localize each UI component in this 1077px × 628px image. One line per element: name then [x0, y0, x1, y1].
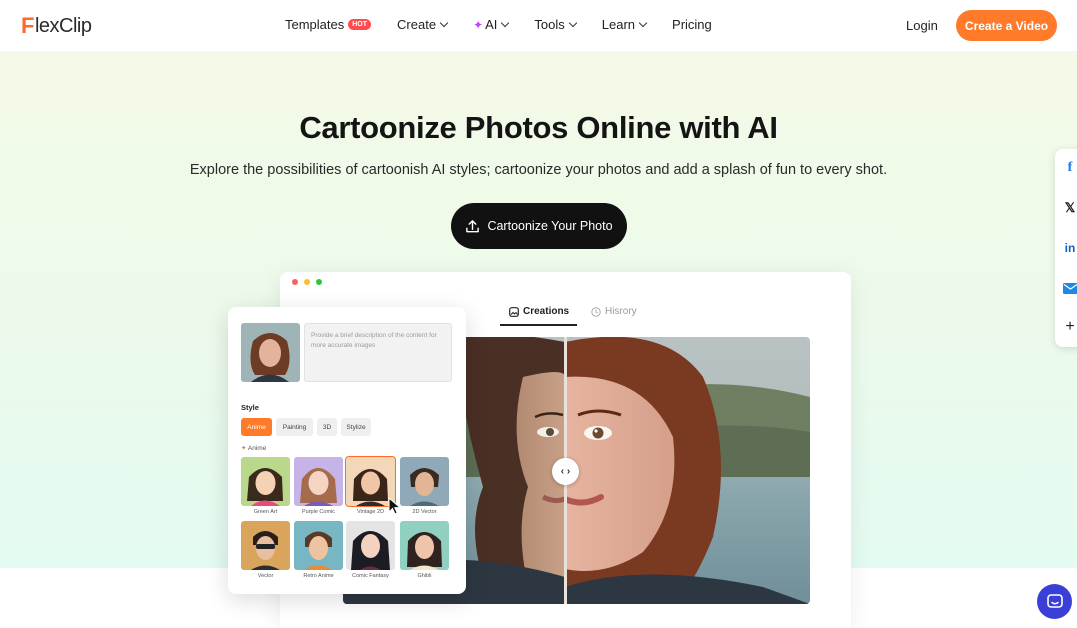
facebook-icon[interactable]: f	[1062, 160, 1077, 176]
social-share-bar: f 𝕏 in +	[1055, 149, 1077, 347]
style-heading: Style	[241, 403, 259, 412]
style-card-caption: Retro Anime	[303, 573, 334, 579]
mouse-cursor-icon	[388, 497, 402, 515]
style-card-caption: Green Art	[253, 509, 278, 515]
style-card-caption: Vector	[257, 573, 274, 579]
uploaded-photo-thumbnail[interactable]	[241, 323, 300, 382]
nav-learn[interactable]: Learn	[601, 17, 648, 32]
style-card-comic-fantasy[interactable]: Comic Fantasy	[346, 521, 395, 579]
style-settings-panel: Provide a brief description of the conte…	[228, 307, 466, 594]
plus-icon[interactable]: +	[1062, 318, 1077, 335]
sparkle-icon: ✦	[473, 17, 484, 32]
nav-learn-label: Learn	[601, 17, 636, 32]
sparkle-icon: ✦	[241, 445, 248, 452]
hot-badge: HOT	[348, 19, 372, 30]
style-thumbnail	[294, 457, 343, 506]
style-thumbnail	[241, 457, 290, 506]
style-card-vector[interactable]: Vector	[241, 521, 290, 579]
style-card-purple-comic[interactable]: Purple Comic	[294, 457, 343, 515]
window-maximize-dot	[316, 279, 322, 285]
linkedin-icon[interactable]: in	[1062, 240, 1077, 256]
style-thumbnail	[400, 457, 449, 506]
chat-support-button[interactable]	[1037, 584, 1072, 619]
main-menu: Templates HOT Create ✦ AI Tools Learn Pri…	[285, 17, 738, 32]
nav-ai-label: AI	[485, 17, 498, 32]
nav-create-label: Create	[397, 17, 437, 32]
create-video-button[interactable]: Create a Video	[956, 10, 1057, 41]
logo-letter: F	[21, 13, 34, 38]
tab-creations-label: Creations	[523, 306, 570, 317]
window-minimize-dot	[304, 279, 310, 285]
style-thumbnail	[241, 521, 290, 570]
style-card-caption: 2D Vector	[412, 509, 437, 515]
style-tab-painting[interactable]: Painting	[276, 418, 313, 436]
clock-icon	[591, 306, 601, 317]
description-textarea[interactable]: Provide a brief description of the conte…	[304, 323, 452, 382]
tab-history[interactable]: Hisrory	[591, 306, 637, 317]
top-nav: FlexClip Templates HOT Create ✦ AI Tools …	[0, 0, 1077, 51]
style-tab-3d[interactable]: 3D	[317, 418, 337, 436]
nav-tools[interactable]: Tools	[534, 17, 578, 32]
upload-icon	[466, 219, 480, 232]
cartoonize-photo-button[interactable]: Cartoonize Your Photo	[451, 203, 627, 249]
style-card-ghibli[interactable]: Ghibli	[400, 521, 449, 579]
cartoonize-photo-label: Cartoonize Your Photo	[487, 219, 613, 233]
style-thumbnail	[400, 521, 449, 570]
login-link[interactable]: Login	[906, 18, 938, 33]
nav-ai[interactable]: ✦ AI	[473, 17, 510, 32]
style-card-green-art[interactable]: Green Art	[241, 457, 290, 515]
nav-tools-label: Tools	[534, 17, 565, 32]
image-icon	[509, 306, 519, 317]
page-title: Cartoonize Photos Online with AI	[299, 110, 778, 145]
style-card-2d-vector[interactable]: 2D Vector	[400, 457, 449, 515]
nav-pricing[interactable]: Pricing	[672, 17, 712, 32]
chevron-down-icon	[568, 18, 578, 27]
chevron-down-icon	[439, 18, 449, 27]
nav-templates[interactable]: Templates HOT	[285, 17, 372, 32]
style-card-caption: Ghibli	[417, 573, 432, 579]
style-card-retro-anime[interactable]: Retro Anime	[294, 521, 343, 579]
anime-section-text: Anime	[247, 445, 267, 452]
page-subtitle: Explore the possibilities of cartoonish …	[189, 162, 888, 178]
flexclip-logo[interactable]: FlexClip	[21, 13, 92, 39]
nav-templates-label: Templates	[285, 17, 345, 32]
tab-creations[interactable]: Creations	[509, 306, 569, 317]
email-icon[interactable]	[1062, 280, 1077, 296]
chat-icon	[1046, 593, 1063, 608]
portrait-thumbnail	[241, 323, 300, 382]
logo-text: lexClip	[34, 14, 92, 37]
chevron-down-icon	[501, 18, 510, 27]
style-thumbnail	[294, 521, 343, 570]
window-close-dot	[292, 279, 298, 285]
x-icon[interactable]: 𝕏	[1062, 200, 1077, 216]
style-tab-stylize[interactable]: Stylize	[341, 418, 371, 436]
chevron-down-icon	[638, 18, 648, 27]
active-tab-indicator	[500, 324, 577, 326]
style-card-caption: Comic Fantasy	[352, 573, 389, 579]
nav-create[interactable]: Create	[397, 17, 449, 32]
nav-pricing-label: Pricing	[672, 17, 712, 32]
anime-section-label: ✦ Anime	[241, 444, 266, 452]
style-thumbnail	[346, 521, 395, 570]
style-card-caption: Purple Comic	[301, 509, 335, 515]
style-tab-anime[interactable]: Anime	[241, 418, 272, 436]
tab-history-label: Hisrory	[605, 306, 637, 317]
comparison-slider-handle[interactable]: ‹ ›	[552, 458, 579, 485]
